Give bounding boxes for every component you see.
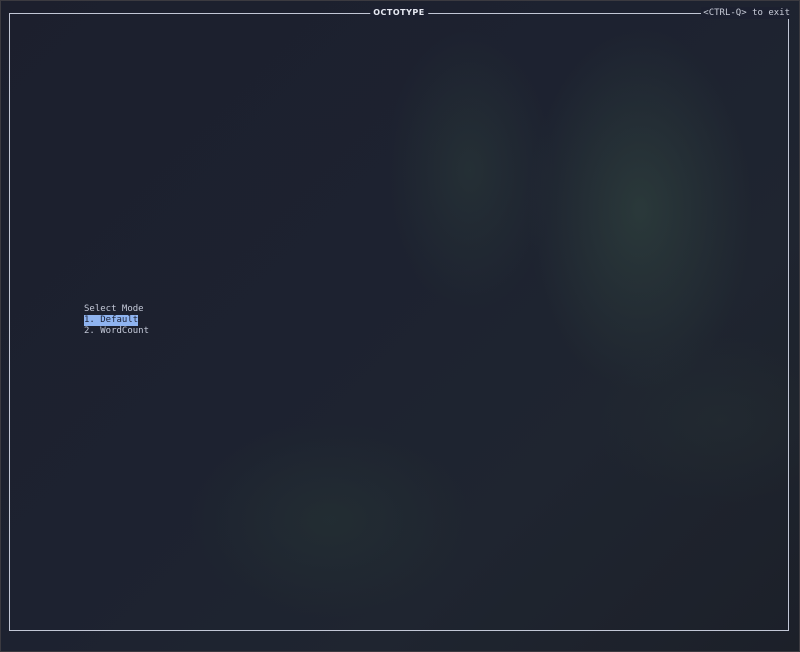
app-title: OCTOTYPE xyxy=(370,7,428,19)
terminal-window: OCTOTYPE <CTRL-Q> to exit Select Mode 1.… xyxy=(0,0,800,652)
menu-heading: Select Mode xyxy=(84,304,144,314)
mode-menu: Select Mode 1. Default 2. WordCount xyxy=(84,304,149,337)
menu-item-default[interactable]: 1. Default xyxy=(84,315,139,326)
exit-hint: <CTRL-Q> to exit xyxy=(701,7,790,19)
menu-item-wordcount[interactable]: 2. WordCount xyxy=(84,326,149,337)
